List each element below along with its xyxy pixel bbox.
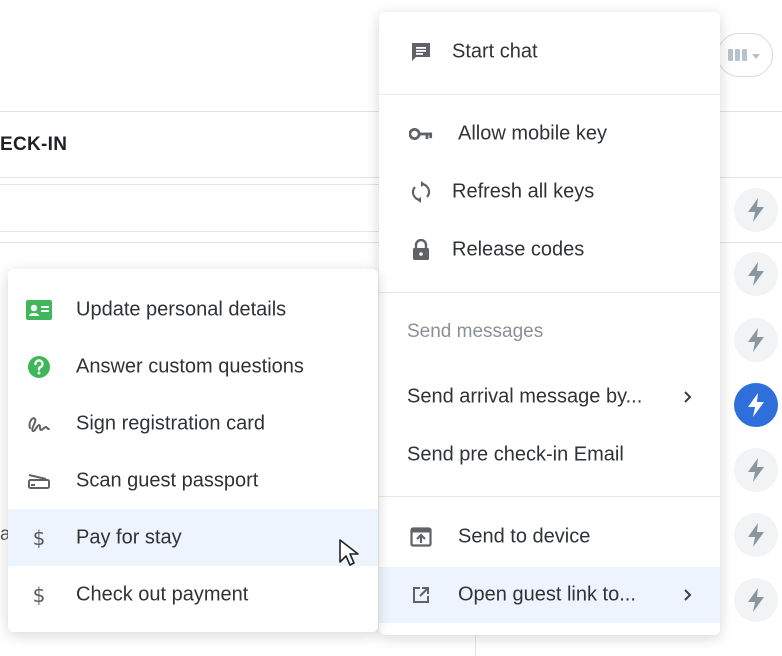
caret-down-icon bbox=[752, 54, 760, 59]
lightning-icon bbox=[748, 393, 764, 417]
lock-icon bbox=[409, 238, 433, 262]
menu-item-release-codes[interactable]: Release codes bbox=[379, 222, 720, 278]
lightning-icon bbox=[748, 198, 764, 222]
lightning-icon bbox=[748, 588, 764, 612]
submenu-item-label: Check out payment bbox=[76, 583, 249, 605]
dollar-icon: $ bbox=[32, 525, 46, 550]
quick-action-bolt-button-active[interactable] bbox=[734, 383, 778, 427]
submenu-item-sign-registration-card[interactable]: Sign registration card bbox=[8, 395, 378, 452]
menu-divider bbox=[379, 94, 720, 95]
lightning-icon bbox=[748, 262, 764, 286]
chevron-right-icon bbox=[684, 589, 692, 601]
menu-divider bbox=[379, 292, 720, 293]
menu-item-send-pre-checkin-email[interactable]: Send pre check-in Email bbox=[379, 427, 720, 483]
menu-item-allow-mobile-key[interactable]: Allow mobile key bbox=[379, 106, 720, 162]
refresh-icon bbox=[409, 180, 433, 204]
quick-action-bolt-button[interactable] bbox=[734, 252, 778, 296]
submenu-item-label: Sign registration card bbox=[76, 412, 265, 434]
columns-icon bbox=[728, 49, 747, 61]
chat-icon bbox=[409, 40, 433, 64]
submenu-item-label: Pay for stay bbox=[76, 526, 182, 548]
menu-item-start-chat[interactable]: Start chat bbox=[379, 24, 720, 80]
submenu-item-label: Update personal details bbox=[76, 298, 287, 320]
submenu-item-answer-custom-questions[interactable]: Answer custom questions bbox=[8, 338, 378, 395]
menu-item-refresh-all-keys[interactable]: Refresh all keys bbox=[379, 164, 720, 220]
menu-item-label: Open guest link to... bbox=[458, 583, 636, 606]
quick-action-bolt-button[interactable] bbox=[734, 318, 778, 362]
menu-item-send-to-device[interactable]: Send to device bbox=[379, 509, 720, 565]
key-icon bbox=[409, 122, 433, 146]
quick-action-bolt-button[interactable] bbox=[734, 513, 778, 557]
lightning-icon bbox=[748, 328, 764, 352]
menu-item-open-guest-link[interactable]: Open guest link to... bbox=[379, 567, 720, 623]
section-heading-send-messages: Send messages bbox=[407, 321, 544, 342]
menu-item-label: Start chat bbox=[452, 40, 538, 63]
menu-divider bbox=[379, 496, 720, 497]
mouse-pointer-icon bbox=[339, 539, 359, 566]
menu-item-label: Allow mobile key bbox=[458, 122, 607, 145]
scanner-icon bbox=[26, 468, 52, 494]
menu-item-label: Send to device bbox=[458, 525, 591, 548]
menu-item-send-arrival-message[interactable]: Send arrival message by... bbox=[379, 369, 720, 425]
quick-action-bolt-button[interactable] bbox=[734, 578, 778, 622]
lightning-icon bbox=[748, 458, 764, 482]
submenu-item-label: Scan guest passport bbox=[76, 469, 259, 491]
dollar-icon: $ bbox=[32, 582, 46, 607]
guest-actions-menu: Start chat Allow mobile key Refresh all … bbox=[379, 12, 720, 635]
lightning-icon bbox=[748, 523, 764, 547]
signature-icon bbox=[26, 411, 52, 437]
menu-item-label: Release codes bbox=[452, 238, 585, 261]
submenu-item-label: Answer custom questions bbox=[76, 355, 304, 377]
menu-item-label: Send arrival message by... bbox=[407, 385, 643, 408]
send-to-device-icon bbox=[409, 525, 433, 549]
menu-item-label: Refresh all keys bbox=[452, 180, 595, 203]
question-circle-icon bbox=[26, 354, 52, 380]
chevron-right-icon bbox=[684, 391, 692, 403]
submenu-item-check-out-payment[interactable]: $ Check out payment bbox=[8, 566, 378, 623]
submenu-item-scan-guest-passport[interactable]: Scan guest passport bbox=[8, 452, 378, 509]
external-link-icon bbox=[409, 583, 433, 607]
quick-action-bolt-button[interactable] bbox=[734, 448, 778, 492]
guest-link-submenu: Update personal details Answer custom qu… bbox=[8, 269, 378, 632]
id-card-icon bbox=[26, 297, 52, 323]
menu-item-label: Send pre check-in Email bbox=[407, 443, 624, 466]
quick-action-bolt-button[interactable] bbox=[734, 188, 778, 232]
column-header-checkin: ECK-IN bbox=[0, 134, 68, 155]
table-cell-input[interactable] bbox=[0, 184, 380, 232]
submenu-item-pay-for-stay[interactable]: $ Pay for stay bbox=[8, 509, 378, 566]
column-toggle-button[interactable] bbox=[717, 33, 773, 77]
submenu-item-update-personal-details[interactable]: Update personal details bbox=[8, 281, 378, 338]
